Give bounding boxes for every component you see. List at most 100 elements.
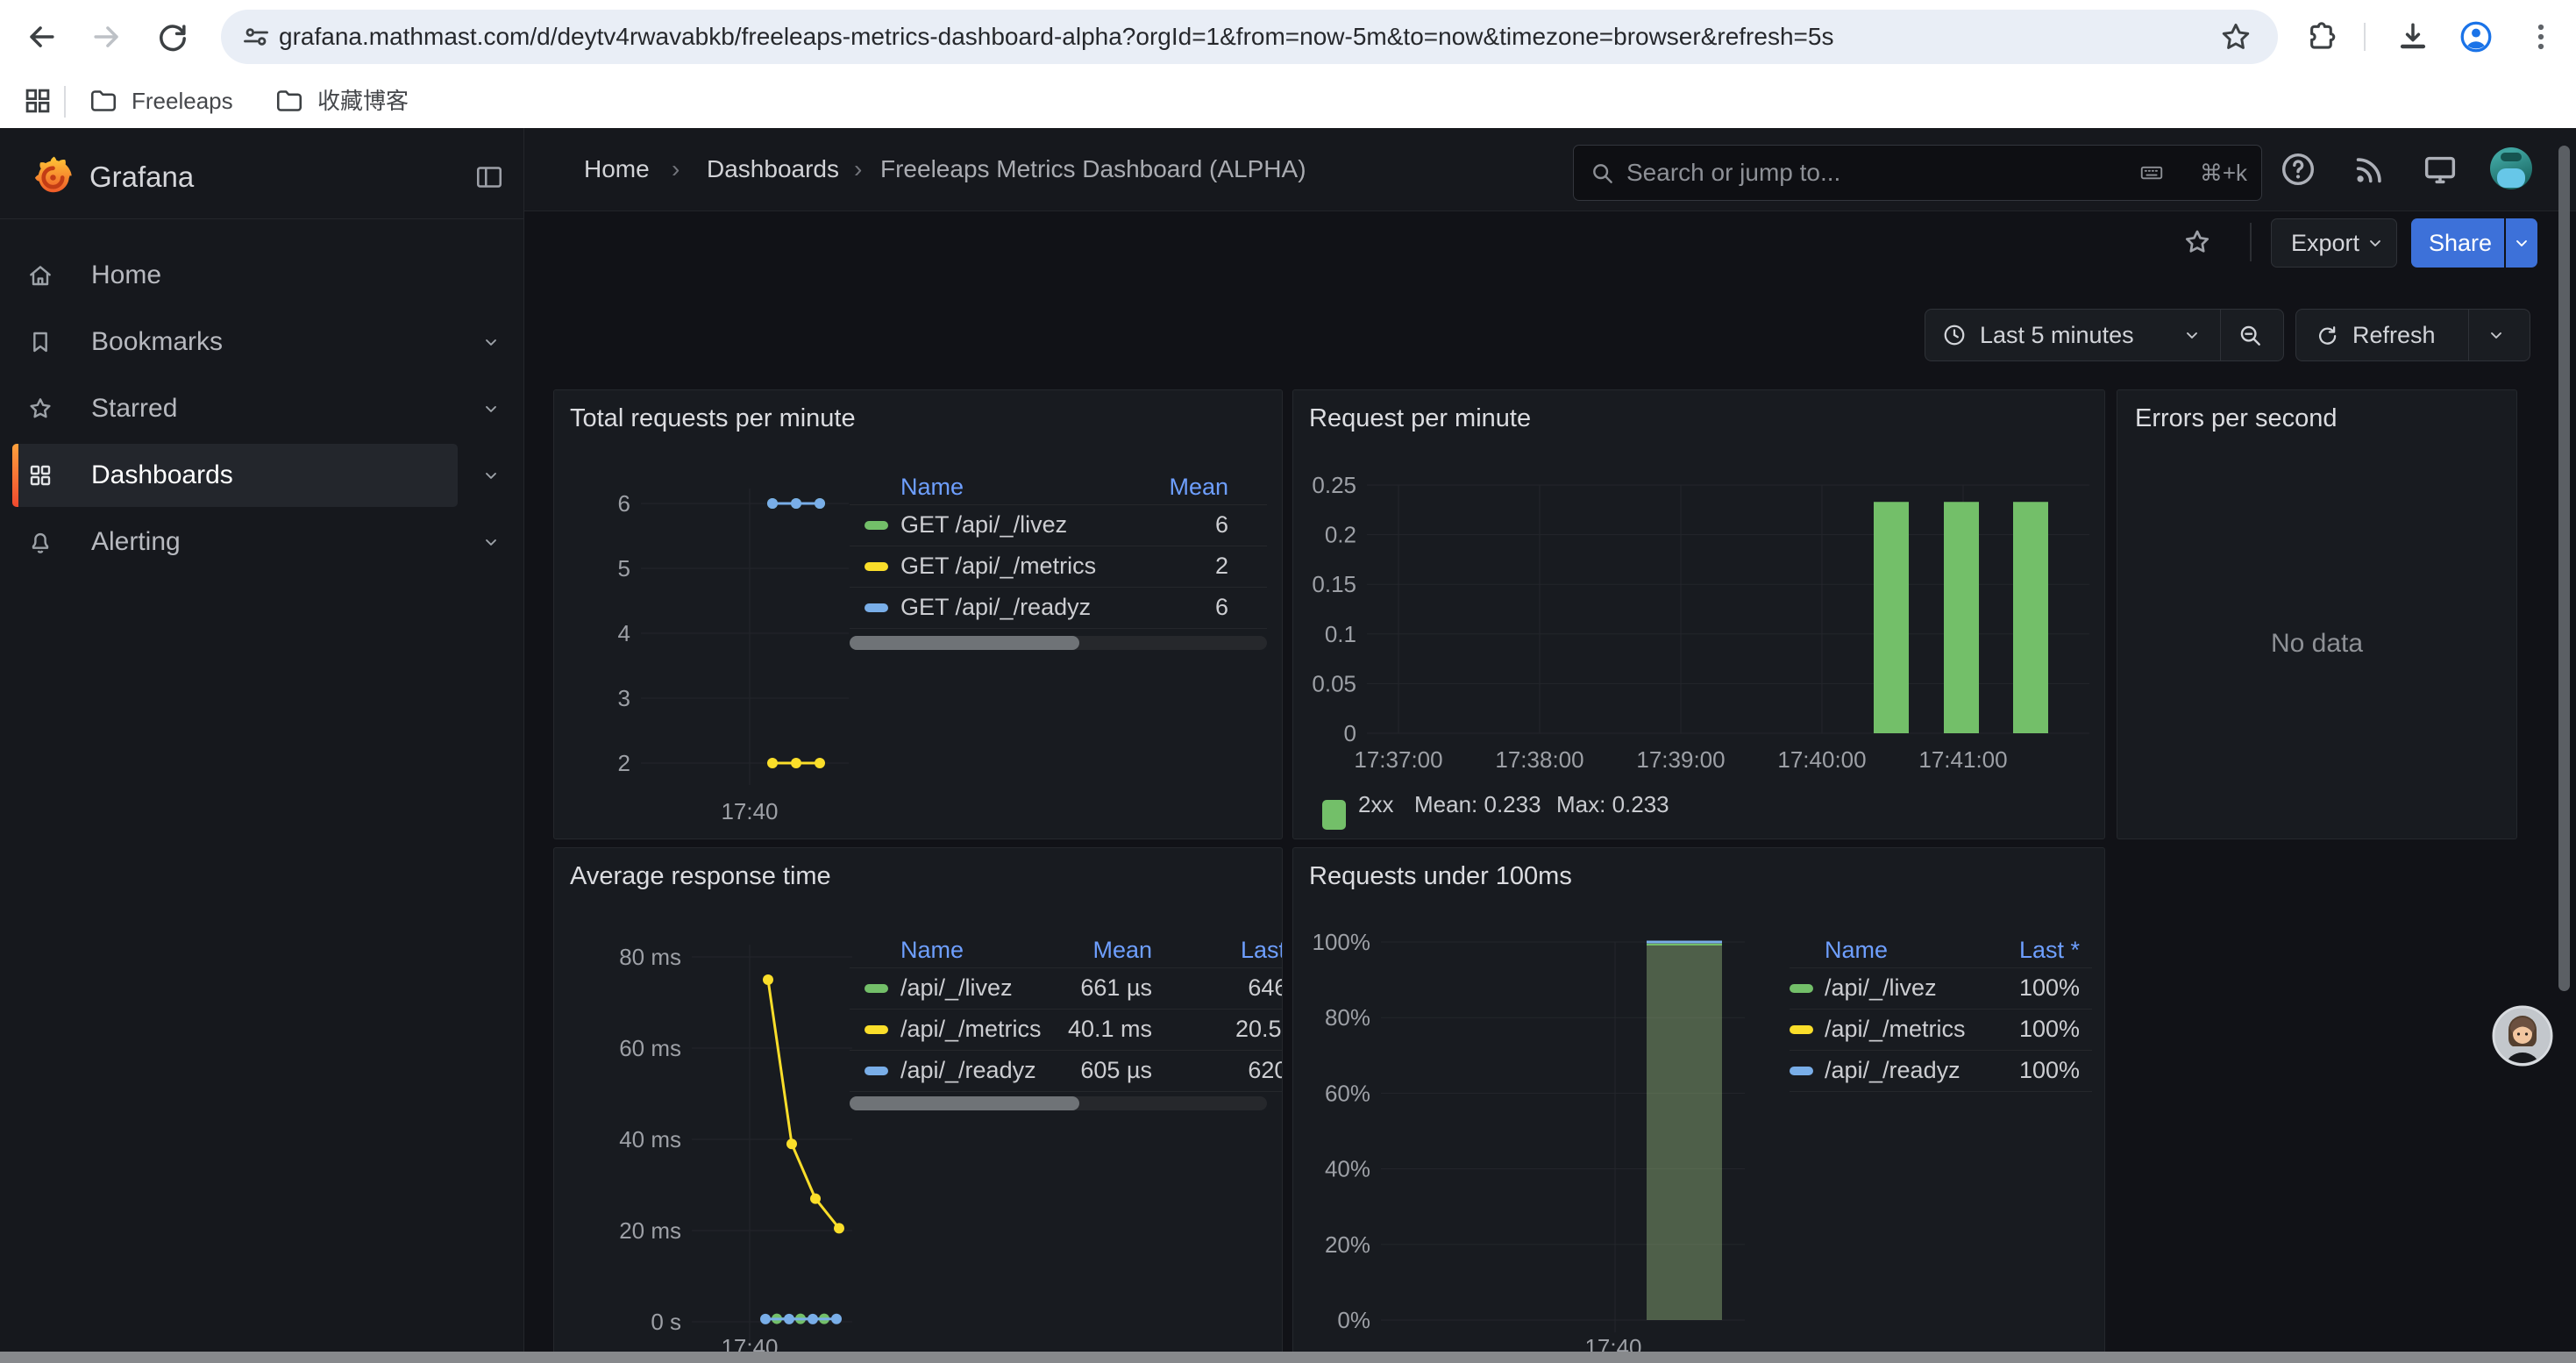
sidebar: Grafana Home Bookmarks Starred — [0, 128, 524, 1363]
legend-value: 646 µs — [1248, 967, 1283, 1009]
menu-dots-icon[interactable] — [2522, 18, 2560, 56]
legend-column-header[interactable]: Name — [1825, 932, 1888, 967]
forward-icon[interactable] — [88, 18, 126, 56]
legend-column-header[interactable]: Last * — [1241, 932, 1283, 967]
series-color-pill[interactable] — [1790, 1025, 1813, 1034]
app-header: Home › Dashboards › Freeleaps Metrics Da… — [524, 128, 2576, 211]
svg-text:17:37:00: 17:37:00 — [1354, 746, 1442, 773]
sidebar-item-bookmarks[interactable]: Bookmarks — [0, 313, 523, 371]
bookmark-star-icon[interactable] — [2217, 18, 2255, 56]
svg-text:4: 4 — [618, 620, 630, 646]
legend-value: 6 — [1215, 587, 1228, 628]
address-bar[interactable]: grafana.mathmast.com/d/deytv4rwavabkb/fr… — [221, 10, 2278, 64]
series-color-pill[interactable] — [1790, 1067, 1813, 1075]
svg-text:0.1: 0.1 — [1325, 621, 1356, 647]
dock-sidebar-icon[interactable] — [473, 161, 505, 193]
favorite-star-icon[interactable] — [2181, 226, 2213, 258]
chevron-down-icon[interactable] — [2487, 326, 2505, 344]
svg-text:0%: 0% — [1337, 1307, 1370, 1333]
series-color-pill — [1322, 800, 1346, 830]
share-dropdown-button[interactable] — [2506, 218, 2537, 268]
legend-column-header[interactable]: Mean — [1169, 469, 1228, 504]
no-data-message: No data — [2117, 629, 2516, 659]
time-range-picker[interactable]: Last 5 minutes — [1925, 309, 2284, 361]
svg-text:0 s: 0 s — [651, 1309, 681, 1335]
help-icon[interactable] — [2278, 149, 2318, 189]
profile-icon[interactable] — [2457, 18, 2495, 56]
selected-item-accent — [12, 444, 18, 507]
divider — [2250, 223, 2252, 261]
legend-separator — [1790, 1091, 2092, 1092]
sidebar-item-label: Alerting — [91, 513, 181, 571]
svg-text:20%: 20% — [1325, 1231, 1370, 1258]
sidebar-item-starred[interactable]: Starred — [0, 380, 523, 438]
legend-column-header[interactable]: Name — [900, 932, 964, 967]
bookmark-icon — [26, 328, 54, 356]
legend-column-header[interactable]: Last * — [2019, 932, 2080, 967]
panel-request-per-minute: Request per minute 0.250.20.150.10.05017… — [1292, 389, 2105, 839]
breadcrumb-home[interactable]: Home — [584, 154, 650, 184]
search-input[interactable] — [1625, 149, 2084, 196]
series-color-pill[interactable] — [865, 521, 888, 530]
series-color-pill[interactable] — [865, 603, 888, 612]
chevron-down-icon[interactable] — [482, 467, 500, 484]
legend-series-name[interactable]: /api/_/livez — [1825, 967, 1937, 1009]
svg-text:60%: 60% — [1325, 1080, 1370, 1106]
sidebar-item-alerting[interactable]: Alerting — [0, 513, 523, 571]
series-color-pill[interactable] — [865, 1067, 888, 1075]
horizontal-scrollbar[interactable] — [0, 1352, 2576, 1363]
panel-requests-under-100ms: Requests under 100ms 100%80%60%40%20%0%1… — [1292, 847, 2105, 1363]
divider — [0, 218, 523, 219]
legend-series-name[interactable]: /api/_/metrics — [1825, 1009, 1966, 1050]
user-avatar[interactable] — [2490, 147, 2532, 189]
apps-grid-icon[interactable] — [21, 84, 54, 118]
series-color-pill[interactable] — [865, 562, 888, 571]
vertical-scrollbar-thumb[interactable] — [2558, 146, 2570, 991]
legend[interactable]: 2xx Mean: 0.233 Max: 0.233 — [1293, 789, 2104, 819]
series-color-pill[interactable] — [865, 984, 888, 993]
search-box[interactable]: ⌘+k — [1573, 145, 2262, 201]
legend-column-header[interactable]: Mean — [1092, 932, 1152, 967]
zoom-out-icon[interactable] — [2236, 321, 2264, 349]
legend-series-name[interactable]: GET /api/_/metrics — [900, 546, 1096, 587]
reload-icon[interactable] — [153, 18, 192, 56]
export-button[interactable]: Export — [2271, 218, 2397, 268]
legend-series-name[interactable]: /api/_/livez — [900, 967, 1013, 1009]
url-text[interactable]: grafana.mathmast.com/d/deytv4rwavabkb/fr… — [279, 10, 2208, 64]
legend-series-name[interactable]: 2xx — [1358, 789, 1393, 819]
breadcrumb-dashboards[interactable]: Dashboards — [707, 154, 839, 184]
legend-column-header[interactable]: Name — [900, 469, 964, 504]
legend-value: 100% — [2019, 967, 2080, 1009]
sidebar-item-home[interactable]: Home — [0, 246, 523, 304]
series-color-pill[interactable] — [1790, 984, 1813, 993]
svg-text:80 ms: 80 ms — [619, 944, 681, 970]
legend-separator — [850, 628, 1267, 629]
legend-series-name[interactable]: /api/_/readyz — [900, 1050, 1036, 1091]
refresh-control[interactable]: Refresh — [2295, 309, 2530, 361]
floating-avatar[interactable] — [2492, 1005, 2553, 1067]
legend-series-name[interactable]: GET /api/_/readyz — [900, 587, 1091, 628]
news-rss-icon[interactable] — [2350, 149, 2390, 189]
svg-text:2: 2 — [618, 750, 630, 776]
grafana-logo[interactable] — [28, 153, 77, 202]
back-icon[interactable] — [22, 18, 60, 56]
legend-scrollbar-thumb[interactable] — [850, 636, 1079, 650]
share-button[interactable]: Share — [2411, 218, 2504, 268]
chevron-down-icon[interactable] — [482, 533, 500, 551]
series-color-pill[interactable] — [865, 1025, 888, 1034]
legend-series-name[interactable]: /api/_/metrics — [900, 1009, 1042, 1050]
extensions-icon[interactable] — [2302, 18, 2341, 56]
panel-title[interactable]: Errors per second — [2135, 404, 2338, 433]
divider — [2468, 310, 2469, 360]
chevron-down-icon[interactable] — [482, 400, 500, 417]
legend-series-name[interactable]: /api/_/readyz — [1825, 1050, 1960, 1091]
downloads-icon[interactable] — [2394, 18, 2432, 56]
kiosk-monitor-icon[interactable] — [2420, 149, 2460, 189]
svg-text:40 ms: 40 ms — [619, 1126, 681, 1152]
site-settings-icon[interactable] — [238, 19, 274, 54]
sidebar-item-label: Home — [91, 246, 161, 304]
legend-series-name[interactable]: GET /api/_/livez — [900, 504, 1067, 546]
legend-scrollbar-thumb[interactable] — [850, 1096, 1079, 1110]
sidebar-item-dashboards[interactable]: Dashboards — [0, 446, 523, 504]
chevron-down-icon[interactable] — [482, 333, 500, 351]
